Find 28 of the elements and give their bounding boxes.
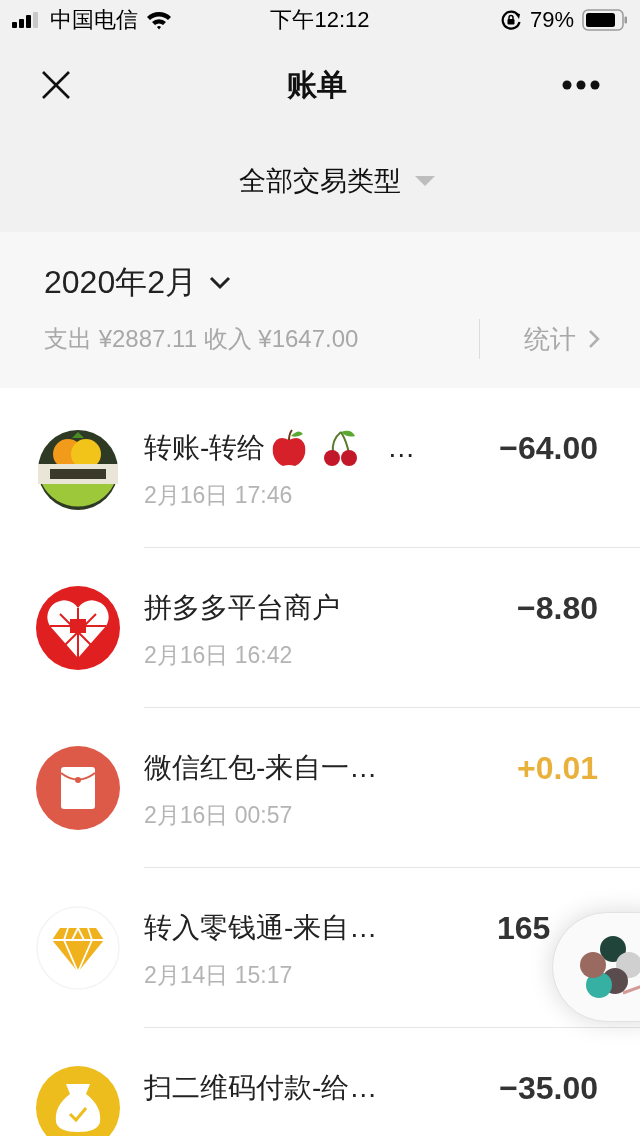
page-title: 账单 (287, 66, 347, 103)
close-icon[interactable] (40, 69, 72, 101)
transaction-title: 转入零钱通-来自… (144, 911, 378, 945)
battery-icon (582, 9, 628, 31)
rotation-lock-icon (499, 9, 522, 31)
battery-percent: 79% (529, 7, 574, 33)
transaction-date: 2月16日 16:42 (144, 641, 294, 670)
transaction-amount: −64.00 (499, 429, 598, 468)
transaction-date: 2月16日 00:57 (144, 801, 294, 830)
transaction-date: 2月16日 17:46 (144, 481, 294, 510)
transaction-amount: 165 (497, 909, 552, 948)
transaction-title: 微信红包-来自一… (144, 751, 378, 785)
more-icon[interactable] (562, 80, 600, 90)
transaction-date: 2月14日 15:17 (144, 961, 294, 990)
transaction-title: 扫二维码付款-给… (144, 1071, 378, 1105)
type-filter-dropdown[interactable]: 全部交易类型 (239, 163, 401, 199)
month-selector[interactable]: 2020年2月 (44, 261, 197, 305)
monthly-totals: 支出 ¥2887.11 收入 ¥1647.00 (44, 324, 359, 354)
carrier-name: 中国电信 (50, 6, 138, 34)
transaction-amount: −35.00 (499, 1069, 598, 1108)
transaction-title: 转账-转给 (144, 431, 266, 465)
status-time: 下午12:12 (270, 6, 370, 34)
transaction-amount: +0.01 (517, 749, 598, 788)
wifi-icon (146, 10, 172, 30)
chevron-down-icon[interactable] (209, 276, 231, 290)
ellipsis-text: … (387, 432, 416, 464)
transaction-title: 拼多多平台商户 (144, 591, 340, 625)
transaction-amount: −8.80 (517, 589, 598, 628)
